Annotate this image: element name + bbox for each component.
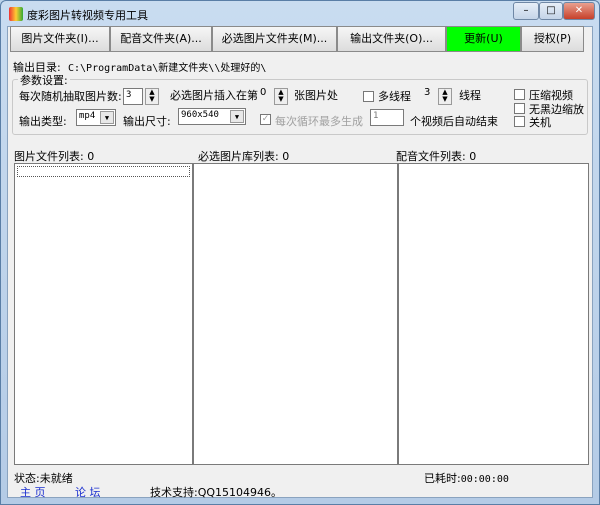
list-focus-row	[17, 166, 190, 177]
output-size-label: 输出尺寸:	[123, 115, 171, 128]
output-type-value: mp4	[79, 111, 96, 121]
multithread-checkbox[interactable]	[363, 91, 374, 102]
threads-value[interactable]: 3	[424, 87, 430, 98]
minimize-button[interactable]: –	[513, 2, 539, 20]
image-folder-button[interactable]: 图片文件夹(I)...	[10, 26, 110, 52]
loop-checkbox: ✓	[260, 114, 271, 125]
insert-suffix: 张图片处	[294, 89, 338, 102]
params-legend: 参数设置:	[18, 72, 70, 88]
insert-value[interactable]: 0	[260, 87, 266, 98]
output-dir-value: C:\ProgramData\新建文件夹\\处理好的\	[68, 63, 267, 74]
image-file-list[interactable]	[14, 163, 193, 465]
app-icon	[9, 7, 23, 21]
output-type-label: 输出类型:	[19, 115, 67, 128]
output-folder-button[interactable]: 输出文件夹(O)...	[337, 26, 446, 52]
required-image-list[interactable]	[193, 163, 398, 465]
shutdown-checkbox[interactable]	[514, 116, 525, 127]
shutdown-label: 关机	[529, 116, 551, 129]
loop-suffix: 个视频后自动结束	[410, 115, 498, 128]
required-image-folder-button[interactable]: 必选图片文件夹(M)...	[212, 26, 337, 52]
chevron-down-icon: ▼	[100, 111, 114, 124]
audio-list-label: 配音文件列表: 0	[396, 150, 477, 163]
threads-suffix: 线程	[459, 89, 481, 102]
output-size-value: 960x540	[181, 110, 219, 120]
insert-label: 必选图片插入在第	[170, 89, 258, 102]
update-button[interactable]: 更新(U)	[446, 26, 521, 52]
insert-spinner[interactable]: ▲ ▼	[274, 88, 288, 105]
loop-label: 每次循环最多生成	[275, 115, 363, 128]
close-button[interactable]: ✕	[563, 2, 595, 20]
compress-checkbox[interactable]	[514, 89, 525, 100]
chevron-down-icon: ▼	[230, 110, 244, 123]
no-black-border-checkbox[interactable]	[514, 103, 525, 114]
elapsed-text: 已耗时:00:00:00	[424, 472, 509, 485]
output-type-select[interactable]: mp4 ▼	[76, 109, 116, 126]
required-list-label: 必选图片库列表: 0	[198, 150, 290, 163]
audio-file-list[interactable]	[398, 163, 589, 465]
loop-count-input[interactable]: 1	[370, 109, 404, 126]
home-link[interactable]: 主 页	[20, 484, 46, 500]
forum-link[interactable]: 论 坛	[75, 484, 101, 500]
license-button[interactable]: 授权(P)	[521, 26, 584, 52]
random-count-spinner[interactable]: ▲ ▼	[145, 88, 159, 105]
random-count-label: 每次随机抽取图片数:	[19, 90, 122, 103]
window-title: 度彩图片转视频专用工具	[27, 9, 148, 22]
image-list-label: 图片文件列表: 0	[14, 150, 95, 163]
audio-folder-button[interactable]: 配音文件夹(A)...	[110, 26, 212, 52]
support-text: 技术支持:QQ15104946。	[150, 486, 283, 499]
output-size-select[interactable]: 960x540 ▼	[178, 108, 246, 125]
threads-spinner[interactable]: ▲ ▼	[438, 88, 452, 105]
random-count-input[interactable]: 3	[123, 88, 143, 105]
multithread-label: 多线程	[378, 90, 411, 103]
maximize-button[interactable]: □	[539, 2, 563, 20]
